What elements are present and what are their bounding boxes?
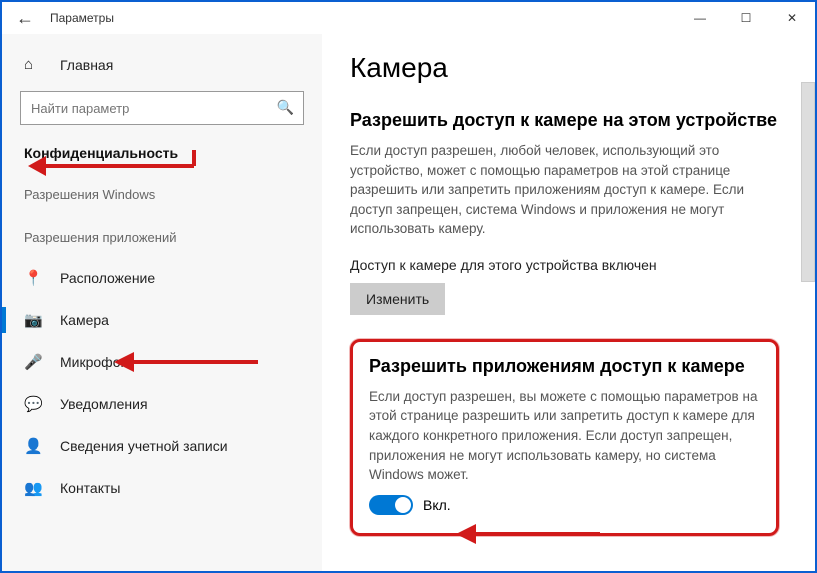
window-controls: — ☐ ✕ <box>677 2 815 34</box>
subhead-app-perms: Разрешения приложений <box>2 206 322 257</box>
back-icon[interactable]: ← <box>16 8 34 29</box>
sidebar-item-camera[interactable]: 📷 Камера <box>2 299 322 341</box>
section1-text: Если доступ разрешен, любой человек, исп… <box>350 141 779 239</box>
content-pane: Камера Разрешить доступ к камере на этом… <box>322 34 815 571</box>
sidebar-item-location[interactable]: 📍 Расположение <box>2 257 322 299</box>
sidebar-item-account-info[interactable]: 👤 Сведения учетной записи <box>2 425 322 467</box>
sidebar: ⌂ Главная 🔍 Конфиденциальность Разрешени… <box>2 34 322 571</box>
account-icon: 👤 <box>24 437 42 455</box>
section1-title: Разрешить доступ к камере на этом устрой… <box>350 110 779 131</box>
search-input[interactable] <box>20 91 304 125</box>
scrollbar[interactable] <box>801 82 815 282</box>
toggle-row: Вкл. <box>369 495 760 515</box>
section2-text: Если доступ разрешен, вы можете с помощь… <box>369 387 760 485</box>
sidebar-item-label: Микрофон <box>60 354 128 370</box>
sidebar-item-label: Камера <box>60 312 109 328</box>
section2-highlight: Разрешить приложениям доступ к камере Ес… <box>350 339 779 536</box>
window-title: Параметры <box>50 11 114 25</box>
subhead-windows-perms: Разрешения Windows <box>2 177 322 206</box>
sidebar-item-label: Расположение <box>60 270 155 286</box>
sidebar-item-label: Контакты <box>60 480 120 496</box>
microphone-icon: 🎤 <box>24 353 42 371</box>
maximize-button[interactable]: ☐ <box>723 2 769 34</box>
contacts-icon: 👥 <box>24 479 42 497</box>
search-icon: 🔍 <box>277 99 294 116</box>
sidebar-item-notifications[interactable]: 💬 Уведомления <box>2 383 322 425</box>
close-button[interactable]: ✕ <box>769 2 815 34</box>
minimize-button[interactable]: — <box>677 2 723 34</box>
camera-icon: 📷 <box>24 311 42 329</box>
home-label: Главная <box>60 57 113 73</box>
section1-status: Доступ к камере для этого устройства вкл… <box>350 257 779 273</box>
sidebar-item-label: Уведомления <box>60 396 148 412</box>
sidebar-item-contacts[interactable]: 👥 Контакты <box>2 467 322 509</box>
location-icon: 📍 <box>24 269 42 287</box>
sidebar-item-label: Сведения учетной записи <box>60 438 228 454</box>
camera-apps-toggle[interactable] <box>369 495 413 515</box>
page-title: Камера <box>350 52 779 84</box>
home-nav[interactable]: ⌂ Главная <box>2 52 322 91</box>
category-label: Конфиденциальность <box>2 145 322 177</box>
notifications-icon: 💬 <box>24 395 42 413</box>
home-icon: ⌂ <box>24 56 42 73</box>
toggle-label: Вкл. <box>423 497 451 513</box>
change-button[interactable]: Изменить <box>350 283 445 315</box>
sidebar-item-microphone[interactable]: 🎤 Микрофон <box>2 341 322 383</box>
search-wrap: 🔍 <box>20 91 304 125</box>
section2-title: Разрешить приложениям доступ к камере <box>369 356 760 377</box>
